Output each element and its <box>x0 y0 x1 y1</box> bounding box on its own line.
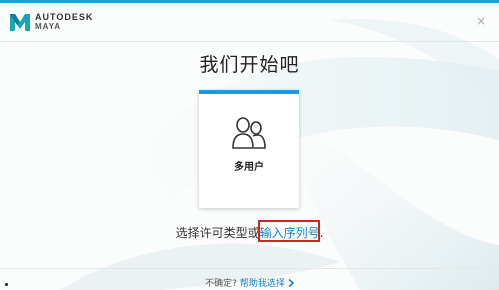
serial-link-highlight <box>258 220 320 242</box>
license-instructions: 选择许可类型或输入序列号. <box>0 224 499 241</box>
card-label: 多用户 <box>234 162 264 173</box>
header-divider <box>0 41 499 42</box>
corner-dot <box>5 283 8 286</box>
multi-user-license-card[interactable]: 多用户 <box>199 90 299 208</box>
chevron-right-icon[interactable] <box>288 279 294 287</box>
autodesk-maya-logo: AUTODESK MAYA <box>9 12 93 32</box>
license-suffix-text: . <box>319 226 324 240</box>
footer-divider <box>0 268 499 269</box>
license-dialog: AUTODESK MAYA × 我们开始吧 多用户 选择许可类型或输入序列号. … <box>0 0 499 290</box>
maya-logo-icon <box>10 14 30 31</box>
users-icon <box>232 117 266 149</box>
license-prefix-text: 选择许可类型或 <box>175 226 260 240</box>
brand-name: AUTODESK <box>35 12 94 22</box>
page-title: 我们开始吧 <box>199 54 300 76</box>
help-me-choose-link[interactable]: 帮助我选择 <box>240 279 285 289</box>
product-name: MAYA <box>35 22 62 31</box>
top-accent-strip <box>0 0 499 3</box>
footer-prompt: 不确定? <box>205 279 237 289</box>
footer-help: 不确定? 帮助我选择 <box>0 276 499 289</box>
close-button[interactable]: × <box>475 15 487 27</box>
